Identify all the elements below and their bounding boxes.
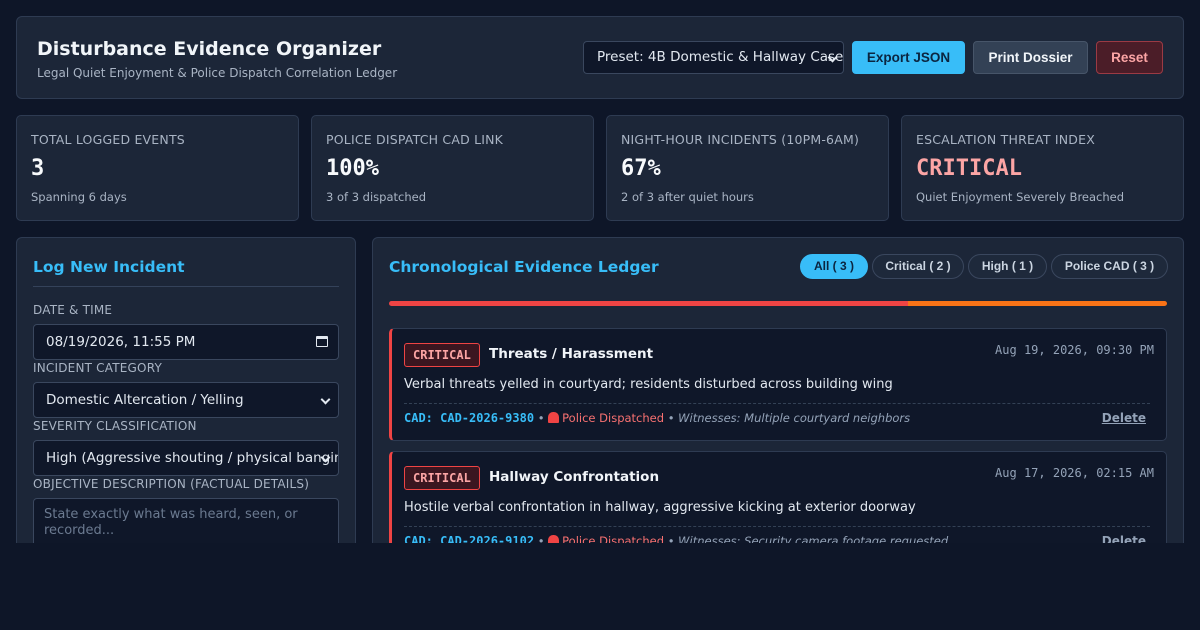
cad-number: CAD: CAD-2026-9380 — [404, 411, 535, 425]
stat-card-escalation-index: ESCALATION THREAT INDEX CRITICAL Quiet E… — [901, 115, 1184, 221]
reset-button[interactable]: Reset — [1096, 41, 1163, 74]
stat-value: 100% — [326, 156, 379, 181]
category-value: Domestic Altercation / Yelling — [46, 392, 244, 408]
panel-title: Log New Incident — [33, 258, 185, 276]
preset-select-value: Preset: 4B Domestic & Hallway Case — [597, 49, 844, 65]
divider — [33, 286, 339, 287]
severity-segment-critical — [389, 301, 908, 306]
app-viewport: Disturbance Evidence Organizer Legal Qui… — [0, 0, 1200, 543]
entry-title: Hallway Confrontation — [489, 469, 660, 485]
entry-description: Hostile verbal confrontation in hallway,… — [404, 500, 916, 515]
dispatch-status: Police Dispatched — [562, 411, 665, 425]
severity-label: SEVERITY CLASSIFICATION — [33, 419, 197, 433]
stat-value: 67% — [621, 156, 661, 181]
calendar-icon[interactable] — [316, 336, 328, 347]
stat-subtext: Spanning 6 days — [31, 190, 127, 204]
stat-subtext: 2 of 3 after quiet hours — [621, 190, 754, 204]
filter-chip-all[interactable]: All ( 3 ) — [800, 254, 868, 279]
stat-card-police-dispatch: POLICE DISPATCH CAD LINK 100% 3 of 3 dis… — [311, 115, 594, 221]
preset-select[interactable]: Preset: 4B Domestic & Hallway Case — [583, 41, 844, 74]
dispatch-status: Police Dispatched — [562, 534, 665, 543]
category-select[interactable]: Domestic Altercation / Yelling — [33, 382, 339, 418]
severity-select[interactable]: High (Aggressive shouting / physical ban… — [33, 440, 339, 476]
siren-icon — [548, 535, 560, 543]
filter-chip-high[interactable]: High ( 1 ) — [968, 254, 1047, 279]
log-incident-panel: Log New Incident DATE & TIME 08/19/2026,… — [16, 237, 356, 543]
stat-value: 3 — [31, 156, 45, 181]
severity-badge: CRITICAL — [404, 343, 480, 367]
witnesses: Witnesses: Security camera footage reque… — [678, 534, 949, 543]
divider — [404, 403, 1150, 404]
filter-chip-police-cad[interactable]: Police CAD ( 3 ) — [1051, 254, 1168, 279]
entry-meta: CAD: CAD-2026-9380 • Police Dispatched •… — [404, 411, 910, 425]
date-label: DATE & TIME — [33, 303, 113, 317]
evidence-ledger-panel: Chronological Evidence Ledger All ( 3 ) … — [372, 237, 1184, 543]
stat-label: ESCALATION THREAT INDEX — [916, 132, 1095, 147]
meta-separator: • — [667, 534, 675, 543]
filter-chip-critical[interactable]: Critical ( 2 ) — [872, 254, 964, 279]
ledger-title: Chronological Evidence Ledger — [389, 258, 659, 276]
stat-card-night-hour: NIGHT-HOUR INCIDENTS (10PM-6AM) 67% 2 of… — [606, 115, 889, 221]
stat-label: TOTAL LOGGED EVENTS — [31, 132, 185, 147]
app-subtitle: Legal Quiet Enjoyment & Police Dispatch … — [37, 66, 398, 80]
meta-separator: • — [667, 411, 675, 425]
category-label: INCIDENT CATEGORY — [33, 361, 162, 375]
chevron-down-icon — [320, 394, 331, 405]
entry-meta: CAD: CAD-2026-9102 • Police Dispatched •… — [404, 534, 948, 543]
description-label: OBJECTIVE DESCRIPTION (FACTUAL DETAILS) — [33, 477, 310, 491]
stat-subtext: 3 of 3 dispatched — [326, 190, 427, 204]
entry-title: Threats / Harassment — [489, 346, 654, 362]
description-textarea[interactable]: State exactly what was heard, seen, or r… — [33, 498, 339, 543]
ledger-entry: CRITICAL Threats / Harassment Aug 19, 20… — [389, 328, 1167, 441]
severity-distribution-bar — [389, 301, 1167, 306]
date-time-input[interactable]: 08/19/2026, 11:55 PM — [33, 324, 339, 360]
stat-label: NIGHT-HOUR INCIDENTS (10PM-6AM) — [621, 132, 860, 147]
severity-badge: CRITICAL — [404, 466, 480, 490]
cad-number: CAD: CAD-2026-9102 — [404, 534, 535, 543]
witnesses: Witnesses: Multiple courtyard neighbors — [678, 411, 911, 425]
stat-subtext: Quiet Enjoyment Severely Breached — [916, 190, 1125, 204]
print-dossier-button[interactable]: Print Dossier — [973, 41, 1088, 74]
divider — [404, 526, 1150, 527]
entry-description: Verbal threats yelled in courtyard; resi… — [404, 377, 893, 392]
entry-date: Aug 17, 2026, 02:15 AM — [995, 466, 1154, 480]
severity-segment-high — [907, 301, 1167, 306]
stat-card-total-events: TOTAL LOGGED EVENTS 3 Spanning 6 days — [16, 115, 299, 221]
meta-separator: • — [537, 411, 545, 425]
delete-button[interactable]: Delete — [1102, 411, 1146, 425]
siren-icon — [548, 412, 560, 423]
app-title: Disturbance Evidence Organizer — [37, 38, 382, 60]
meta-separator: • — [537, 534, 545, 543]
entry-date: Aug 19, 2026, 09:30 PM — [995, 343, 1154, 357]
app-header: Disturbance Evidence Organizer Legal Qui… — [16, 16, 1184, 99]
stat-value: CRITICAL — [916, 156, 1022, 181]
ledger-entry: CRITICAL Hallway Confrontation Aug 17, 2… — [389, 451, 1167, 543]
delete-button[interactable]: Delete — [1102, 534, 1146, 543]
date-time-value: 08/19/2026, 11:55 PM — [46, 334, 196, 350]
export-json-button[interactable]: Export JSON — [852, 41, 965, 74]
stat-label: POLICE DISPATCH CAD LINK — [326, 132, 504, 147]
severity-value: High (Aggressive shouting / physical ban… — [46, 450, 339, 466]
